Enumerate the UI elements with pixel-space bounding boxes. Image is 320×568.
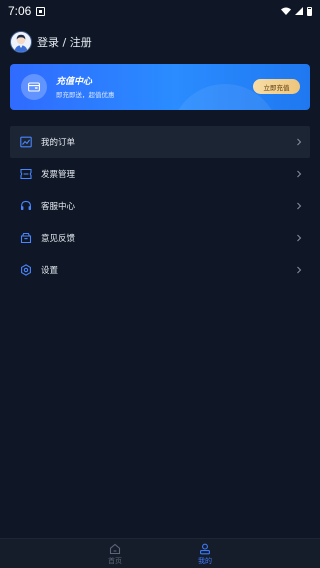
home-icon [109, 543, 121, 555]
menu-item-customer-service[interactable]: 客服中心 [10, 190, 310, 222]
person-icon [200, 543, 210, 555]
menu-item-feedback[interactable]: 意见反馈 [10, 222, 310, 254]
chevron-right-icon [297, 138, 302, 146]
feedback-box-icon [20, 232, 32, 244]
menu-item-settings[interactable]: 设置 [10, 254, 310, 286]
wallet-icon [21, 74, 47, 100]
chevron-right-icon [297, 202, 302, 210]
menu-label: 意见反馈 [41, 234, 76, 244]
trend-chart-icon [20, 136, 32, 148]
chevron-right-icon [297, 234, 302, 242]
status-indicators [281, 6, 312, 16]
gear-icon [20, 264, 32, 276]
signal-icon [295, 7, 303, 15]
bottom-tab-bar: 首页 我的 [0, 538, 320, 568]
notification-icon [36, 6, 46, 16]
tab-label: 我的 [198, 557, 212, 565]
menu-label: 我的订单 [41, 138, 76, 148]
avatar-person-icon [14, 34, 28, 52]
wifi-icon [281, 7, 291, 15]
status-bar: 7:06 [0, 0, 320, 22]
recharge-now-button[interactable]: 立即充值 [253, 79, 300, 94]
menu-item-orders[interactable]: 我的订单 [10, 126, 310, 158]
recharge-center-card[interactable]: 充值中心 即充即送，超值优惠 立即充值 [10, 64, 310, 110]
headset-icon [20, 200, 32, 212]
status-time: 7:06 [8, 4, 32, 18]
menu-label: 发票管理 [41, 170, 76, 180]
menu-label: 客服中心 [41, 202, 76, 212]
tab-home[interactable]: 首页 [95, 543, 135, 566]
menu-list: 我的订单 发票管理 客服中心 意见反馈 设置 [10, 126, 310, 286]
chevron-right-icon [297, 170, 302, 178]
recharge-subtitle: 即充即送，超值优惠 [56, 91, 115, 99]
menu-item-invoice[interactable]: 发票管理 [10, 158, 310, 190]
avatar[interactable] [10, 31, 32, 53]
chevron-right-icon [297, 266, 302, 274]
tab-mine[interactable]: 我的 [185, 543, 225, 566]
recharge-title: 充值中心 [56, 77, 93, 87]
login-register-link[interactable]: 登录 / 注册 [37, 34, 92, 50]
tab-label: 首页 [108, 557, 122, 565]
user-login-row[interactable]: 登录 / 注册 [10, 30, 92, 54]
battery-icon [307, 6, 312, 16]
invoice-icon [20, 168, 32, 180]
menu-label: 设置 [41, 266, 59, 276]
